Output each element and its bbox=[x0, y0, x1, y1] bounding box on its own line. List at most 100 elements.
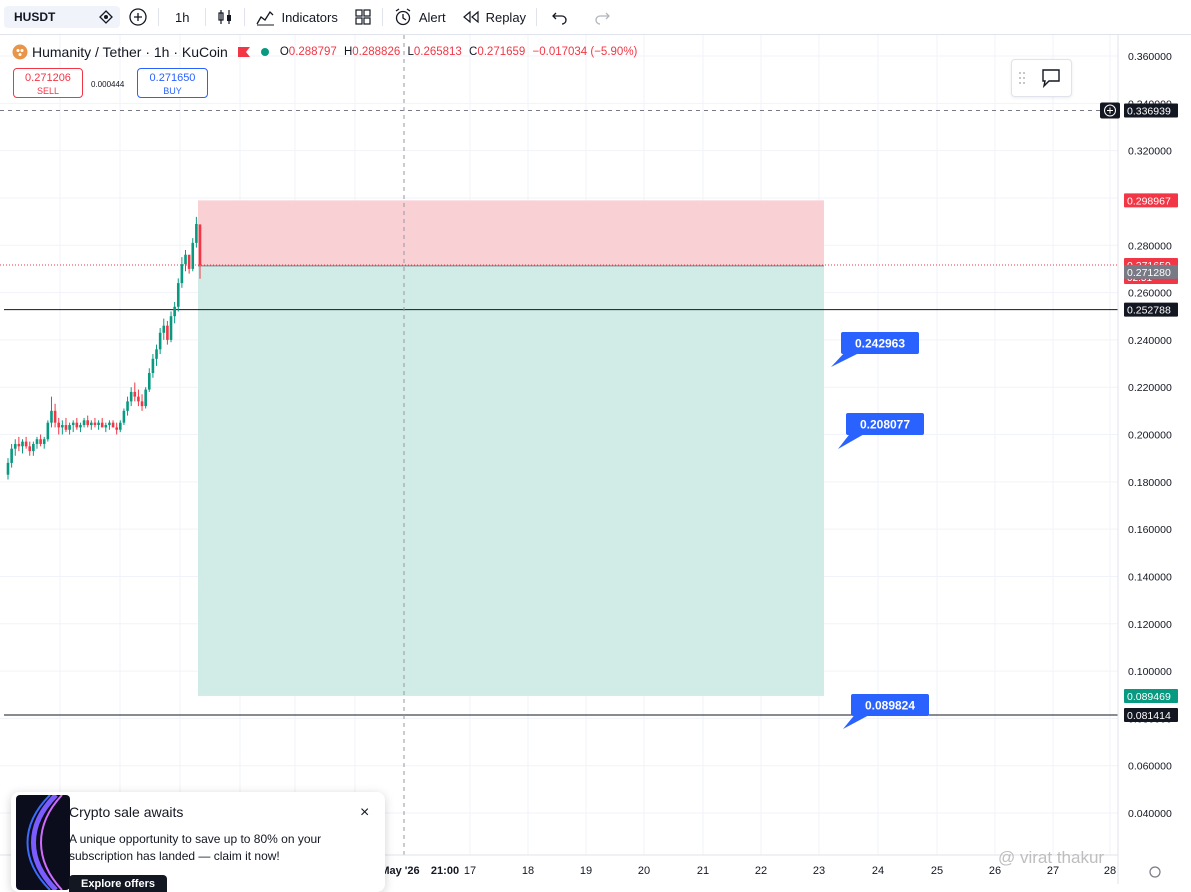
time-tick-label: 21 bbox=[697, 865, 709, 877]
redo-button[interactable] bbox=[581, 0, 623, 34]
stop-loss-zone bbox=[198, 200, 824, 266]
candles-icon bbox=[216, 8, 234, 26]
drag-handle-icon[interactable] bbox=[1018, 70, 1026, 86]
candle-body bbox=[6, 462, 10, 475]
alert-button[interactable]: Alert bbox=[385, 0, 454, 34]
price-tick-label: 0.040000 bbox=[1128, 808, 1172, 820]
candle-body bbox=[68, 425, 71, 430]
candle-body bbox=[39, 439, 42, 444]
time-tick-label: 24 bbox=[872, 865, 884, 877]
promo-thumbnail bbox=[16, 795, 70, 890]
candle-body bbox=[144, 389, 147, 407]
symbol-title: Humanity / Tether · 1h · KuCoin bbox=[32, 44, 228, 60]
chart-type-button[interactable] bbox=[208, 0, 242, 34]
candle-body bbox=[50, 410, 53, 423]
candle-body bbox=[28, 446, 32, 452]
candle-body bbox=[187, 254, 191, 269]
buy-button[interactable]: 0.271650 BUY bbox=[137, 68, 208, 98]
time-tick-label: 28 bbox=[1104, 865, 1116, 877]
candle-body bbox=[64, 425, 68, 430]
diamond-icon[interactable] bbox=[98, 9, 114, 25]
indicators-icon bbox=[255, 8, 275, 26]
price-tick-label: 0.200000 bbox=[1128, 430, 1172, 442]
indicators-button[interactable]: Indicators bbox=[247, 0, 345, 34]
candle-body bbox=[115, 427, 118, 430]
candle-body bbox=[35, 439, 39, 444]
candle-body bbox=[166, 325, 169, 340]
candle-body bbox=[176, 283, 180, 307]
promo-popup: Crypto sale awaits A unique opportunity … bbox=[11, 792, 385, 892]
price-tick-label: 0.260000 bbox=[1128, 288, 1172, 300]
toolbar-divider bbox=[205, 8, 207, 26]
price-axis: 0.3600000.3400000.3200000.3000000.280000… bbox=[1100, 35, 1191, 884]
candle-body bbox=[129, 391, 133, 402]
undo-button[interactable] bbox=[539, 0, 581, 34]
sell-price: 0.271206 bbox=[25, 72, 71, 84]
callout-label: 0.208077 bbox=[860, 418, 910, 432]
price-tick-label: 0.320000 bbox=[1128, 146, 1172, 158]
flag-icon[interactable] bbox=[237, 47, 250, 57]
sell-label: SELL bbox=[36, 86, 60, 96]
spread-value: 0.000444 bbox=[91, 80, 125, 89]
comment-icon[interactable] bbox=[1040, 67, 1062, 89]
chart-pane[interactable]: 0.242963 0.208077 0.089824 0.3600000.34000… bbox=[0, 35, 1191, 884]
close-value: 0.271659 bbox=[477, 46, 526, 58]
candle-body bbox=[133, 391, 137, 397]
price-label-text: 0.336939 bbox=[1127, 106, 1171, 118]
time-tick-label: 25 bbox=[931, 865, 943, 877]
sell-button[interactable]: 0.271206 SELL bbox=[13, 68, 83, 98]
candle-body bbox=[21, 441, 24, 447]
candle-body bbox=[93, 422, 97, 426]
candle-body bbox=[198, 224, 202, 265]
candle-body bbox=[162, 325, 166, 333]
candle-body bbox=[100, 422, 104, 428]
redo-icon bbox=[593, 9, 611, 25]
candle-body bbox=[126, 401, 129, 411]
position-zones bbox=[198, 200, 824, 696]
candle-body bbox=[71, 422, 75, 426]
callout-label: 0.089824 bbox=[865, 699, 915, 713]
candle-body bbox=[61, 425, 64, 428]
watermark: @ virat thakur bbox=[998, 848, 1105, 867]
candle-body bbox=[13, 443, 17, 449]
toolbar-divider bbox=[536, 8, 538, 26]
price-tick-label: 0.140000 bbox=[1128, 571, 1172, 583]
candles bbox=[6, 216, 202, 480]
symbol-search[interactable]: HUSDT bbox=[4, 6, 120, 28]
price-label-text: 0.271280 bbox=[1127, 267, 1171, 279]
templates-button[interactable] bbox=[346, 0, 380, 34]
interval-button[interactable]: 1h bbox=[161, 0, 203, 34]
candle-body bbox=[191, 242, 195, 269]
chart-legend: Humanity / Tether · 1h · KuCoin O0.28879… bbox=[12, 44, 637, 60]
alarm-clock-icon bbox=[393, 7, 413, 27]
candle-body bbox=[90, 422, 93, 426]
compare-symbol-button[interactable] bbox=[120, 0, 156, 34]
candle-body bbox=[155, 349, 158, 359]
candle-body bbox=[158, 332, 162, 350]
time-tick-label: 20 bbox=[638, 865, 650, 877]
top-toolbar: HUSDT 1h Indicators Alert Replay bbox=[0, 0, 1191, 35]
price-tick-label: 0.280000 bbox=[1128, 240, 1172, 252]
undo-icon bbox=[551, 9, 569, 25]
buy-price: 0.271650 bbox=[149, 72, 196, 84]
close-icon[interactable]: × bbox=[360, 804, 369, 822]
candle-body bbox=[53, 410, 57, 423]
candle-body bbox=[140, 401, 144, 407]
price-chart[interactable]: 0.242963 0.208077 0.089824 0.3600000.34000… bbox=[0, 35, 1191, 884]
candle-body bbox=[79, 425, 82, 428]
open-label: O bbox=[279, 46, 289, 58]
toolbar-divider bbox=[244, 8, 246, 26]
candle-body bbox=[137, 396, 140, 402]
candle-body bbox=[119, 422, 122, 430]
candle-body bbox=[151, 358, 155, 373]
candle-body bbox=[46, 422, 50, 440]
candle-body bbox=[104, 425, 108, 428]
replay-button[interactable]: Replay bbox=[454, 0, 534, 34]
floating-drawing-toolbar[interactable] bbox=[1011, 59, 1072, 97]
time-tick-label: 23 bbox=[813, 865, 825, 877]
callout-label: 0.242963 bbox=[855, 337, 905, 351]
price-tick-label: 0.360000 bbox=[1128, 51, 1172, 63]
price-callouts: 0.242963 0.208077 0.089824 bbox=[831, 332, 929, 729]
candle-body bbox=[108, 422, 111, 426]
plus-circle-icon bbox=[128, 7, 148, 27]
